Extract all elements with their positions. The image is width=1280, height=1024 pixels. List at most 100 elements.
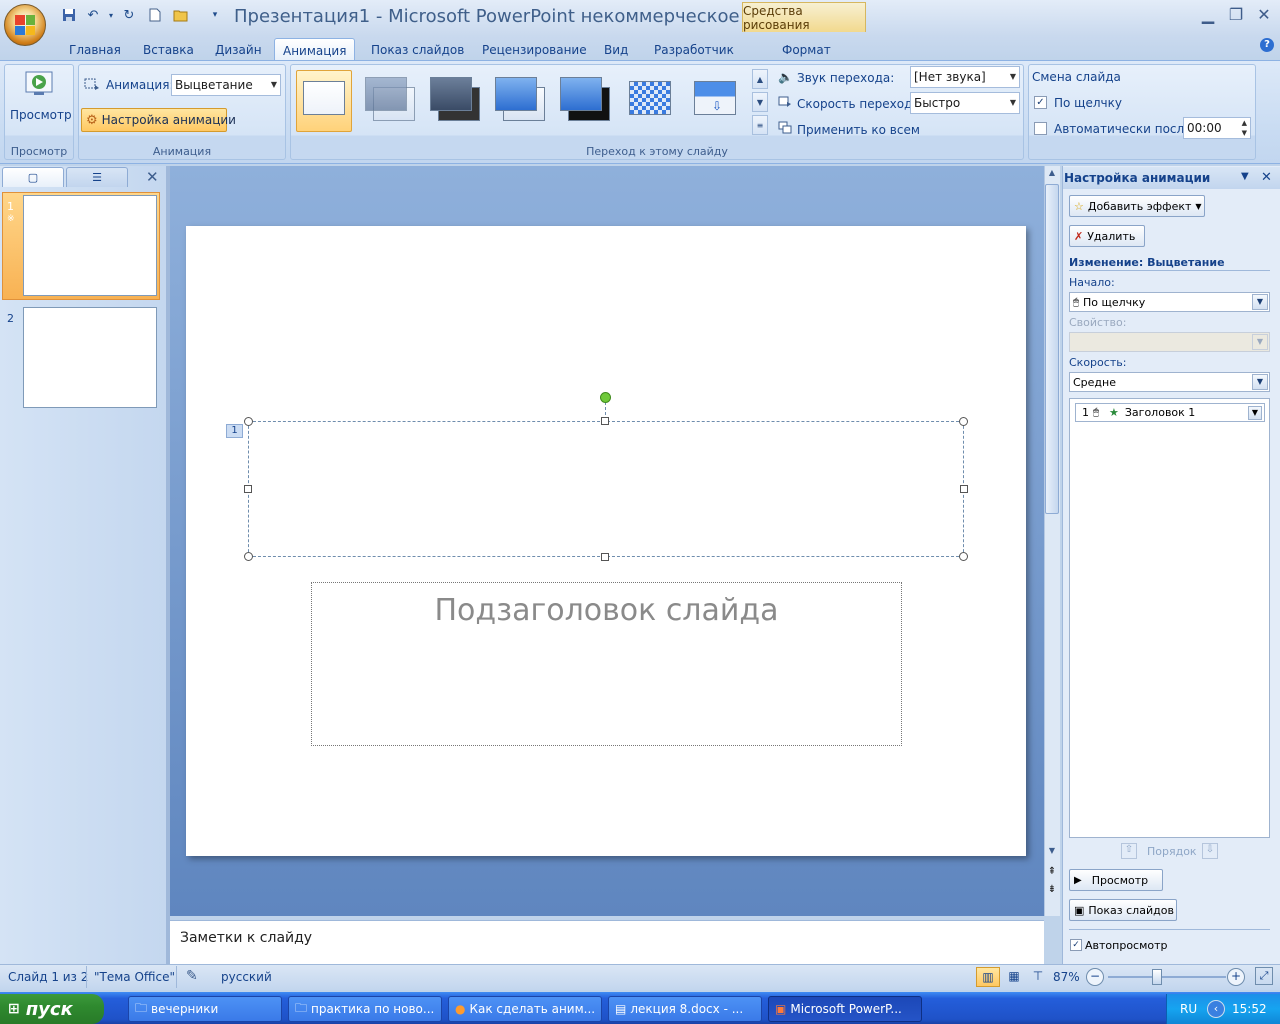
- save-icon[interactable]: [60, 6, 78, 24]
- resize-handle-ne[interactable]: [959, 417, 968, 426]
- play-button[interactable]: ▶ Просмотр: [1069, 869, 1163, 891]
- chevron-down-icon[interactable]: ▼: [1248, 406, 1262, 420]
- resize-handle-nw[interactable]: [244, 417, 253, 426]
- language[interactable]: русский: [221, 970, 272, 984]
- gallery-scroll-up[interactable]: ▲: [752, 69, 768, 89]
- preview-button[interactable]: Просмотр: [6, 68, 72, 128]
- resize-handle-w[interactable]: [244, 485, 252, 493]
- theme-name[interactable]: "Тема Office": [94, 970, 175, 984]
- remove-button[interactable]: ✗ Удалить: [1069, 225, 1145, 247]
- slideshow-view-icon[interactable]: ⊤: [1026, 967, 1050, 987]
- taskbar-item-powerpoint[interactable]: ▣ Microsoft PowerP...: [768, 996, 922, 1022]
- zoom-level[interactable]: 87%: [1053, 970, 1080, 984]
- taskbar-item-folder-evening[interactable]: 🗀 вечерники: [128, 996, 282, 1022]
- tab-slides[interactable]: ▢: [2, 167, 64, 187]
- slideshow-button[interactable]: ▣ Показ слайдов: [1069, 899, 1177, 921]
- undo-dropdown-icon[interactable]: ▾: [102, 6, 120, 24]
- tab-developer[interactable]: Разработчик: [646, 38, 742, 61]
- tab-outline[interactable]: ☰: [66, 167, 128, 187]
- animation-list[interactable]: [1069, 398, 1270, 838]
- zoom-out-icon[interactable]: −: [1086, 968, 1104, 986]
- redo-icon[interactable]: ↻: [120, 6, 138, 24]
- new-icon[interactable]: [146, 6, 164, 24]
- word-icon: ▤: [615, 1002, 627, 1016]
- resize-handle-n[interactable]: [601, 417, 609, 425]
- speed-select[interactable]: Средне ▼: [1069, 372, 1270, 392]
- taskbar-item-word[interactable]: ▤ лекция 8.docx - ...: [608, 996, 762, 1022]
- start-button[interactable]: ⊞ пуск: [0, 994, 104, 1024]
- help-icon[interactable]: ?: [1260, 38, 1274, 52]
- chevron-down-icon: ▼: [1252, 334, 1268, 350]
- custom-animation-button[interactable]: ⚙ Настройка анимации: [81, 108, 236, 132]
- apply-all-button[interactable]: Применить ко всем: [797, 123, 920, 137]
- open-icon[interactable]: [172, 6, 190, 24]
- tab-design[interactable]: Дизайн: [207, 38, 270, 61]
- title-placeholder[interactable]: [248, 421, 964, 557]
- sound-combo[interactable]: [Нет звука] ▼: [910, 66, 1020, 88]
- transition-fade-black[interactable]: [427, 70, 483, 132]
- scroll-down-icon[interactable]: ▼: [1045, 846, 1059, 860]
- add-effect-button[interactable]: ☆ Добавить эффект ▼: [1069, 195, 1205, 217]
- taskbar-item-label: Microsoft PowerP...: [790, 1002, 902, 1016]
- normal-view-icon[interactable]: ▥: [976, 967, 1000, 987]
- start-select[interactable]: 🖱 По щелчку ▼: [1069, 292, 1270, 312]
- auto-after-checkbox[interactable]: [1034, 122, 1047, 135]
- speed-combo[interactable]: Быстро ▼: [910, 92, 1020, 114]
- close-icon[interactable]: ✕: [1252, 4, 1276, 24]
- taskbar-item-browser[interactable]: ● Как сделать аним...: [448, 996, 602, 1022]
- resize-handle-e[interactable]: [960, 485, 968, 493]
- slide-number-1: 1: [7, 200, 14, 213]
- sorter-view-icon[interactable]: ▦: [1002, 967, 1026, 987]
- transition-none[interactable]: [296, 70, 352, 132]
- taskbar-item-folder-practice[interactable]: 🗀 практика по ново...: [288, 996, 442, 1022]
- previous-slide-icon[interactable]: ⇞: [1045, 866, 1059, 882]
- gallery-more[interactable]: ≡: [752, 115, 768, 135]
- office-button[interactable]: [4, 4, 46, 46]
- task-pane-close-icon[interactable]: ✕: [1261, 170, 1272, 185]
- on-click-checkbox[interactable]: ✓: [1034, 96, 1047, 109]
- resize-handle-sw[interactable]: [244, 552, 253, 561]
- gallery-scroll-down[interactable]: ▼: [752, 92, 768, 112]
- slide-thumbnail-2[interactable]: [23, 307, 157, 408]
- tray-expand-icon[interactable]: ‹: [1207, 1000, 1225, 1018]
- resize-handle-se[interactable]: [959, 552, 968, 561]
- resize-handle-s[interactable]: [601, 553, 609, 561]
- spinner-icon[interactable]: ▲ ▼: [1242, 118, 1247, 138]
- restore-icon[interactable]: ❐: [1224, 4, 1248, 24]
- transition-cut-black[interactable]: [557, 70, 613, 132]
- subtitle-placeholder[interactable]: Подзаголовок слайда: [311, 582, 902, 746]
- transition-dissolve[interactable]: [622, 70, 678, 132]
- customize-qat-icon[interactable]: ▾: [206, 6, 224, 24]
- tab-animation[interactable]: Анимация: [274, 38, 356, 62]
- transition-wipe-down[interactable]: ⇩: [687, 70, 743, 132]
- tab-review[interactable]: Рецензирование: [474, 38, 595, 61]
- fit-window-icon[interactable]: ⤢: [1255, 967, 1273, 985]
- next-slide-icon[interactable]: ⇟: [1045, 884, 1059, 900]
- zoom-in-icon[interactable]: +: [1227, 968, 1245, 986]
- autopreview-checkbox[interactable]: ✓: [1070, 939, 1082, 951]
- language-indicator[interactable]: RU: [1180, 1002, 1197, 1016]
- minimize-icon[interactable]: ▁: [1196, 4, 1220, 24]
- auto-after-time[interactable]: 00:00 ▲ ▼: [1183, 117, 1251, 139]
- animation-list-item[interactable]: 1 🖱 ★ Заголовок 1 ▼: [1075, 403, 1265, 422]
- zoom-slider-thumb[interactable]: [1152, 969, 1162, 985]
- tab-view[interactable]: Вид: [596, 38, 636, 61]
- task-pane-menu-icon[interactable]: ▼: [1241, 171, 1249, 182]
- close-pane-icon[interactable]: ✕: [146, 168, 159, 186]
- scroll-thumb[interactable]: [1045, 184, 1059, 514]
- tab-format[interactable]: Формат: [774, 38, 839, 61]
- animation-order-tag[interactable]: 1: [226, 424, 243, 438]
- slide-thumbnail-1[interactable]: [23, 195, 157, 296]
- tab-slideshow[interactable]: Показ слайдов: [363, 38, 472, 61]
- rotation-handle[interactable]: [600, 392, 611, 403]
- spellcheck-icon[interactable]: ✎: [186, 968, 198, 984]
- undo-icon[interactable]: ↶: [84, 6, 102, 24]
- animation-combo[interactable]: Выцветание ▼: [171, 74, 281, 96]
- tab-insert[interactable]: Вставка: [135, 38, 202, 61]
- transition-fade-smooth[interactable]: [362, 70, 418, 132]
- tab-home[interactable]: Главная: [61, 38, 129, 61]
- zoom-slider-track[interactable]: [1108, 976, 1226, 978]
- notes-pane[interactable]: Заметки к слайду: [170, 920, 1044, 964]
- scroll-up-icon[interactable]: ▲: [1045, 168, 1059, 182]
- transition-cut[interactable]: [492, 70, 548, 132]
